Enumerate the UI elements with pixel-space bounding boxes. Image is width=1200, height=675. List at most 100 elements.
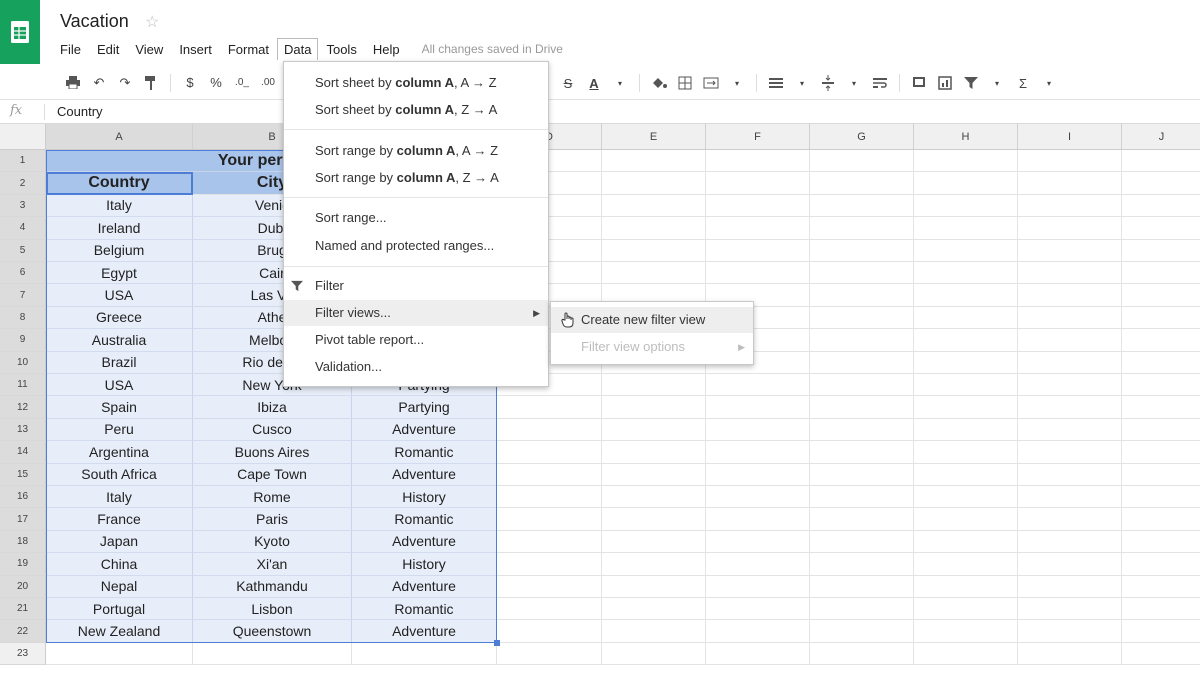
table-cell[interactable]: Spain: [46, 396, 193, 419]
empty-cell[interactable]: [810, 284, 914, 307]
sort-range-az-item[interactable]: Sort range by column A, A → Z: [284, 138, 548, 164]
empty-cell[interactable]: [1018, 262, 1122, 285]
empty-cell[interactable]: [706, 374, 810, 397]
empty-cell[interactable]: [1122, 396, 1200, 419]
empty-cell[interactable]: [810, 217, 914, 240]
empty-cell[interactable]: [1122, 576, 1200, 598]
column-header-a[interactable]: A: [46, 124, 193, 150]
sort-range-item[interactable]: Sort range...: [284, 205, 548, 231]
column-header-f[interactable]: F: [706, 124, 810, 150]
empty-cell[interactable]: [810, 508, 914, 531]
sort-range-za-item[interactable]: Sort range by column A, Z → A: [284, 165, 548, 191]
empty-cell[interactable]: [706, 642, 810, 666]
empty-cell[interactable]: [914, 150, 1018, 173]
empty-cell[interactable]: [1018, 441, 1122, 464]
align-icon[interactable]: [765, 72, 787, 94]
strikethrough-icon[interactable]: S: [557, 72, 579, 94]
header-cell[interactable]: Country: [46, 172, 193, 195]
sort-sheet-az-item[interactable]: Sort sheet by column A, A → Z: [284, 70, 548, 96]
table-cell[interactable]: USA: [46, 374, 193, 397]
empty-cell[interactable]: [706, 418, 810, 442]
empty-cell[interactable]: [602, 575, 706, 598]
functions-icon[interactable]: Σ: [1012, 72, 1034, 94]
table-cell[interactable]: Cusco: [193, 418, 352, 442]
validation-item[interactable]: Validation...: [284, 354, 548, 380]
row-header-15[interactable]: 15: [0, 463, 46, 486]
empty-cell[interactable]: [1122, 172, 1200, 195]
empty-cell[interactable]: [497, 418, 602, 442]
increase-decimal-button[interactable]: .00: [257, 72, 279, 94]
table-cell[interactable]: Kathmandu: [193, 575, 352, 598]
column-header-e[interactable]: E: [602, 124, 706, 150]
empty-cell[interactable]: [497, 508, 602, 531]
table-cell[interactable]: Rome: [193, 486, 352, 509]
empty-cell[interactable]: [602, 194, 706, 218]
row-header-23[interactable]: 23: [0, 642, 46, 666]
filter-views-item[interactable]: Filter views... ▶: [284, 300, 548, 326]
formula-input[interactable]: Country: [57, 104, 103, 119]
table-cell[interactable]: Australia: [46, 329, 193, 352]
empty-cell[interactable]: [1018, 194, 1122, 218]
empty-cell[interactable]: [706, 239, 810, 262]
pivot-table-item[interactable]: Pivot table report...: [284, 327, 548, 353]
empty-cell[interactable]: [810, 351, 914, 374]
menu-file[interactable]: File: [52, 39, 89, 60]
table-cell[interactable]: Portugal: [46, 598, 193, 621]
sort-sheet-za-item[interactable]: Sort sheet by column A, Z → A: [284, 97, 548, 123]
empty-cell[interactable]: [602, 620, 706, 643]
empty-cell[interactable]: [497, 642, 602, 666]
empty-cell[interactable]: [497, 575, 602, 598]
empty-cell[interactable]: [1122, 284, 1200, 307]
empty-cell[interactable]: [810, 396, 914, 419]
row-header-5[interactable]: 5: [0, 239, 46, 262]
vertical-align-icon[interactable]: [817, 72, 839, 94]
column-header-g[interactable]: G: [810, 124, 914, 150]
empty-cell[interactable]: [914, 530, 1018, 554]
empty-cell[interactable]: [193, 642, 352, 666]
chevron-down-icon[interactable]: ▾: [843, 72, 865, 94]
empty-cell[interactable]: [1122, 553, 1200, 576]
empty-cell[interactable]: [602, 441, 706, 464]
menu-insert[interactable]: Insert: [171, 39, 220, 60]
row-header-4[interactable]: 4: [0, 217, 46, 240]
row-header-6[interactable]: 6: [0, 262, 46, 285]
empty-cell[interactable]: [602, 150, 706, 173]
table-cell[interactable]: Adventure: [352, 575, 497, 598]
menu-format[interactable]: Format: [220, 39, 277, 60]
row-header-12[interactable]: 12: [0, 396, 46, 419]
empty-cell[interactable]: [706, 262, 810, 285]
empty-cell[interactable]: [1018, 508, 1122, 531]
empty-cell[interactable]: [810, 306, 914, 330]
empty-cell[interactable]: [810, 194, 914, 218]
currency-format-button[interactable]: $: [179, 72, 201, 94]
empty-cell[interactable]: [810, 486, 914, 509]
empty-cell[interactable]: [497, 620, 602, 643]
empty-cell[interactable]: [497, 396, 602, 419]
empty-cell[interactable]: [1122, 531, 1200, 554]
empty-cell[interactable]: [706, 194, 810, 218]
table-cell[interactable]: Italy: [46, 194, 193, 218]
table-cell[interactable]: History: [352, 553, 497, 576]
empty-cell[interactable]: [810, 150, 914, 173]
row-header-20[interactable]: 20: [0, 575, 46, 598]
empty-cell[interactable]: [1122, 195, 1200, 218]
paint-format-icon[interactable]: [140, 72, 162, 94]
empty-cell[interactable]: [706, 463, 810, 486]
table-cell[interactable]: Ibiza: [193, 396, 352, 419]
empty-cell[interactable]: [1018, 486, 1122, 509]
table-cell[interactable]: Japan: [46, 530, 193, 554]
chevron-down-icon[interactable]: ▾: [726, 72, 748, 94]
row-header-9[interactable]: 9: [0, 329, 46, 352]
empty-cell[interactable]: [810, 239, 914, 262]
text-wrap-icon[interactable]: [869, 72, 891, 94]
merge-cells-icon[interactable]: [700, 72, 722, 94]
empty-cell[interactable]: [706, 530, 810, 554]
empty-cell[interactable]: [602, 396, 706, 419]
empty-cell[interactable]: [1122, 307, 1200, 330]
empty-cell[interactable]: [810, 553, 914, 576]
empty-cell[interactable]: [914, 194, 1018, 218]
empty-cell[interactable]: [914, 351, 1018, 374]
empty-cell[interactable]: [810, 530, 914, 554]
menu-help[interactable]: Help: [365, 39, 408, 60]
named-ranges-item[interactable]: Named and protected ranges...: [284, 233, 548, 259]
